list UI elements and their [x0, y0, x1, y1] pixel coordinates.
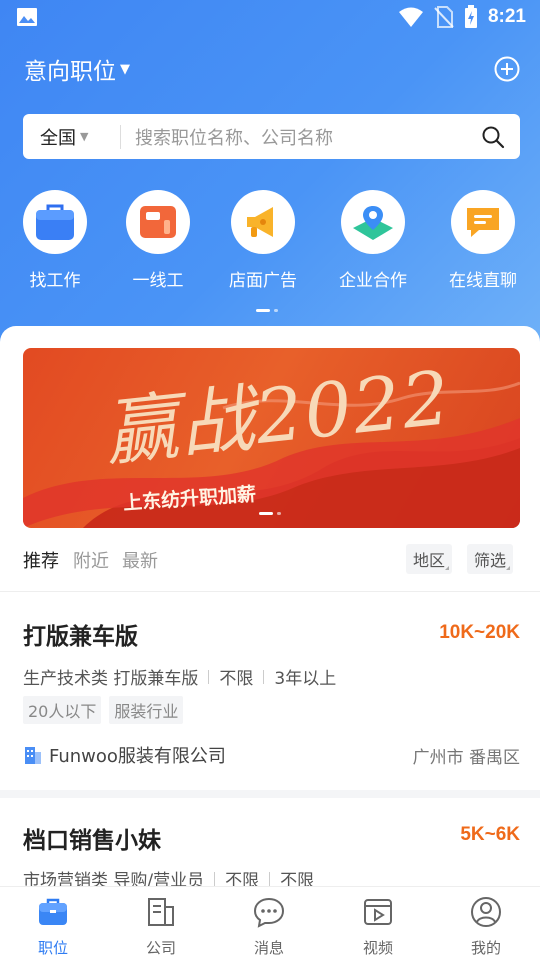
sewing-machine-icon	[126, 190, 190, 254]
search-bar: 全国 ▼ 搜索职位名称、公司名称	[23, 114, 520, 159]
caret-down-icon: ▼	[80, 130, 89, 143]
job-meta: 生产技术类 打版兼车版 不限 3年以上	[23, 664, 336, 689]
job-education: 不限	[219, 669, 254, 689]
briefcase-icon	[23, 190, 87, 254]
quick-nav-label: 店面广告	[229, 271, 297, 291]
job-card[interactable]: 档口销售小妹 5K~6K 市场营销类 导购/营业员 不限 不限	[0, 798, 540, 886]
page-title: 意向职位	[24, 59, 116, 85]
location-map-icon	[341, 190, 405, 254]
quick-nav-store-ads[interactable]: 店面广告	[208, 190, 318, 291]
nav-label: 我的	[470, 939, 501, 957]
quick-nav-label: 企业合作	[339, 271, 407, 291]
nav-messages[interactable]: 消息	[229, 895, 309, 958]
quick-nav: 找工作 一线工 店面广告 企业合作 在线直聊	[0, 190, 540, 300]
job-salary: 5K~6K	[460, 824, 520, 845]
caret-down-icon: ▼	[120, 61, 130, 77]
clock: 8:21	[487, 6, 526, 27]
job-location: 广州市 番禺区	[412, 748, 520, 768]
nav-label: 消息	[253, 939, 284, 957]
quick-nav-pager	[256, 309, 278, 312]
briefcase-icon	[39, 898, 67, 925]
tab-latest[interactable]: 最新	[122, 547, 158, 573]
job-tag: 服装行业	[109, 696, 184, 724]
job-tags: 20人以下 服装行业	[23, 696, 184, 724]
tab-recommended[interactable]: 推荐	[23, 547, 59, 573]
nav-label: 视频	[362, 939, 393, 957]
promo-banner[interactable]: 赢战2022 上东纺升职加薪	[23, 348, 520, 528]
quick-nav-online-chat[interactable]: 在线直聊	[428, 190, 538, 291]
job-title: 打版兼车版	[23, 624, 138, 650]
message-icon	[253, 897, 285, 928]
job-tag: 20人以下	[23, 696, 102, 724]
job-experience: 不限	[280, 871, 315, 886]
banner-pager	[259, 512, 281, 515]
intent-position-selector[interactable]: 意向职位 ▼	[24, 52, 130, 86]
nav-label: 职位	[37, 939, 68, 957]
main-content: 赢战2022 上东纺升职加薪 推荐 附近 最新 地区 筛选 打版兼车版 10K~…	[0, 326, 540, 886]
chat-bubble-icon	[451, 190, 515, 254]
profile-icon	[471, 897, 501, 927]
building-icon	[148, 898, 174, 926]
divider	[0, 790, 540, 798]
quick-nav-find-job[interactable]: 找工作	[0, 190, 110, 291]
job-card[interactable]: 打版兼车版 10K~20K 生产技术类 打版兼车版 不限 3年以上 20人以下 …	[0, 592, 540, 790]
nav-profile[interactable]: 我的	[446, 895, 526, 958]
job-category: 生产技术类 打版兼车版	[23, 669, 199, 689]
nav-jobs[interactable]: 职位	[13, 895, 93, 958]
quick-nav-label: 一线工	[132, 271, 184, 291]
plus-circle-icon[interactable]	[494, 56, 520, 82]
status-bar: 8:21	[0, 0, 540, 36]
filter-chip[interactable]: 筛选	[467, 544, 514, 574]
quick-nav-frontline[interactable]: 一线工	[103, 190, 213, 291]
search-input[interactable]: 搜索职位名称、公司名称	[121, 124, 481, 150]
job-category: 市场营销类 导购/营业员	[23, 871, 205, 886]
nav-video[interactable]: 视频	[338, 895, 418, 958]
bottom-nav: 职位 公司 消息 视频 我的	[0, 886, 540, 960]
region-label: 全国	[40, 127, 76, 149]
region-filter-chip[interactable]: 地区	[406, 544, 453, 574]
company-name: Funwoo服装有限公司	[49, 746, 226, 767]
nav-label: 公司	[145, 939, 176, 957]
building-icon	[25, 747, 41, 764]
company-info: Funwoo服装有限公司	[23, 742, 226, 768]
battery-charging-icon	[464, 5, 477, 28]
tab-nearby[interactable]: 附近	[73, 547, 109, 573]
nav-company[interactable]: 公司	[121, 895, 201, 958]
job-meta: 市场营销类 导购/营业员 不限 不限	[23, 866, 314, 886]
job-education: 不限	[225, 871, 260, 886]
gallery-icon	[17, 8, 37, 26]
quick-nav-label: 找工作	[29, 271, 81, 291]
app-header: 意向职位 ▼	[24, 52, 520, 86]
region-selector[interactable]: 全国 ▼	[23, 124, 120, 150]
quick-nav-label: 在线直聊	[449, 271, 517, 291]
megaphone-icon	[231, 190, 295, 254]
job-experience: 3年以上	[274, 669, 337, 689]
job-salary: 10K~20K	[439, 622, 520, 643]
quick-nav-enterprise-cooperation[interactable]: 企业合作	[318, 190, 428, 291]
chip-label: 地区	[413, 551, 446, 570]
filter-row: 推荐 附近 最新 地区 筛选	[23, 544, 520, 574]
search-icon[interactable]	[481, 125, 505, 149]
no-sim-icon	[434, 6, 454, 28]
job-title: 档口销售小妹	[23, 828, 161, 854]
chip-label: 筛选	[474, 551, 507, 570]
video-icon	[364, 899, 392, 925]
wifi-icon	[398, 7, 423, 27]
